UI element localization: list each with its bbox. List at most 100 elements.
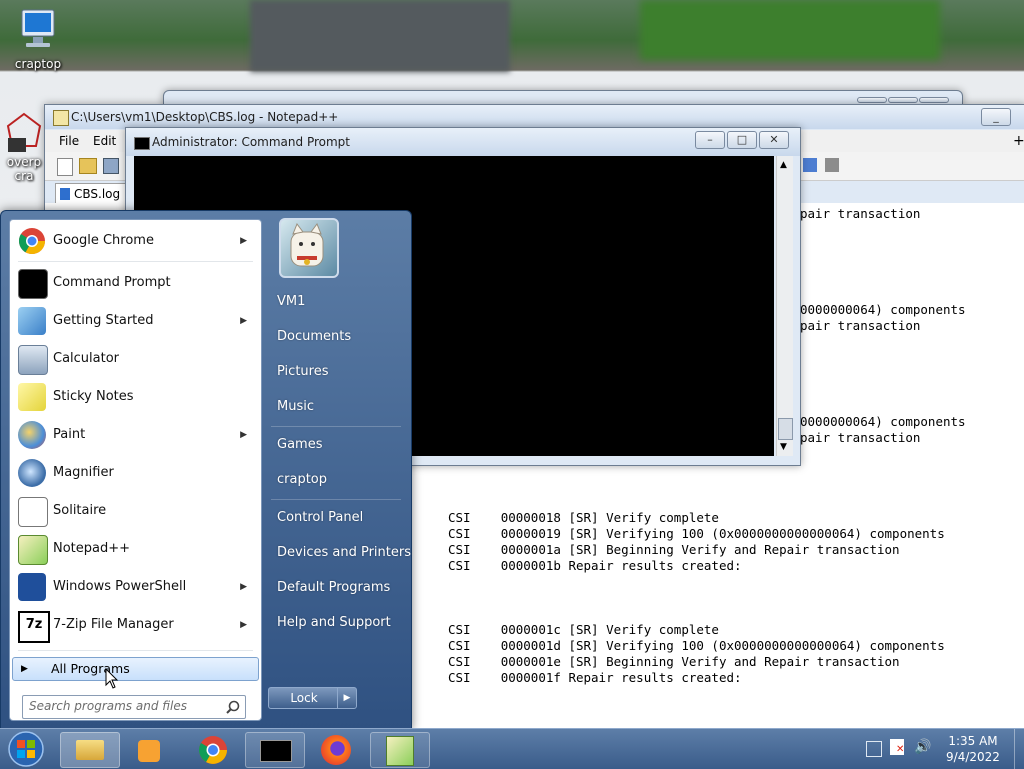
program-calculator[interactable]: Calculator — [14, 342, 257, 376]
divider — [18, 261, 253, 262]
log-line: CSI 0000001c [SR] Verify complete — [448, 622, 719, 637]
close-button[interactable] — [919, 97, 949, 103]
taskbar-command-prompt[interactable] — [245, 732, 305, 768]
user-avatar[interactable] — [279, 218, 339, 278]
program-label: Command Prompt — [53, 275, 171, 290]
show-desktop-button[interactable] — [1014, 729, 1024, 769]
cmd-icon — [134, 137, 150, 150]
program-getting-started[interactable]: Getting Started ▶ — [14, 304, 257, 338]
firefox-icon — [321, 735, 351, 765]
vertical-scrollbar[interactable]: ▲ ▼ — [776, 156, 793, 456]
program-solitaire[interactable]: Solitaire — [14, 494, 257, 528]
file-icon — [60, 188, 70, 200]
log-line-fragment: 0000000064) components — [800, 414, 966, 429]
start-item-music[interactable]: Music — [267, 392, 413, 422]
clock[interactable]: 1:35 AM 9/4/2022 — [940, 733, 1006, 765]
start-item-computer[interactable]: craptop — [267, 465, 413, 495]
macro-save-icon[interactable] — [825, 158, 839, 172]
taskbar-notepadpp[interactable] — [370, 732, 430, 768]
program-magnifier[interactable]: Magnifier — [14, 456, 257, 490]
minimize-button[interactable] — [857, 97, 887, 103]
start-item-user[interactable]: VM1 — [267, 287, 413, 317]
taskbar-firefox[interactable] — [307, 732, 367, 768]
start-item-default-programs[interactable]: Default Programs — [267, 573, 413, 603]
cmd-icon — [18, 269, 48, 299]
divider — [18, 650, 253, 651]
network-icon[interactable] — [866, 741, 882, 757]
program-7zip[interactable]: 7z 7-Zip File Manager ▶ — [14, 608, 257, 643]
taskbar-explorer[interactable] — [60, 732, 120, 768]
programs-pane: Google Chrome ▶ Command Prompt Getting S… — [9, 219, 262, 721]
search-icon[interactable] — [226, 700, 240, 714]
divider — [271, 426, 401, 427]
clock-time: 1:35 AM — [948, 734, 998, 748]
log-line-fragment: pair transaction — [800, 206, 921, 221]
clock-date: 9/4/2022 — [946, 750, 1000, 764]
lock-button[interactable]: Lock — [268, 687, 340, 709]
lock-label: Lock — [290, 691, 318, 705]
start-item-devices-and-printers[interactable]: Devices and Printers — [267, 538, 413, 568]
program-paint[interactable]: Paint ▶ — [14, 418, 257, 452]
start-item-games[interactable]: Games — [267, 430, 413, 460]
log-line-fragment: 0000000064) components — [800, 302, 966, 317]
solitaire-icon — [18, 497, 48, 527]
submenu-arrow-icon: ▶ — [240, 430, 247, 440]
all-programs-button[interactable]: ▶ All Programs — [12, 657, 259, 681]
submenu-arrow-icon: ▶ — [240, 236, 247, 246]
log-line: CSI 0000001a [SR] Beginning Verify and R… — [448, 542, 900, 557]
7zip-icon: 7z — [18, 611, 50, 643]
program-command-prompt[interactable]: Command Prompt — [14, 266, 257, 300]
maximize-button[interactable] — [888, 97, 918, 103]
save-icon[interactable] — [103, 158, 119, 174]
media-player-icon — [138, 740, 160, 762]
maximize-button[interactable]: □ — [727, 131, 757, 149]
search-box[interactable]: Search programs and files — [22, 695, 246, 719]
desktop-icon-overp[interactable]: overp cra — [4, 112, 44, 183]
scroll-up-icon[interactable]: ▲ — [780, 160, 787, 170]
log-line-fragment: pair transaction — [800, 318, 921, 333]
program-label: Magnifier — [53, 465, 114, 480]
program-sticky-notes[interactable]: Sticky Notes — [14, 380, 257, 414]
volume-icon[interactable]: 🔊 — [914, 739, 931, 755]
start-item-help-and-support[interactable]: Help and Support — [267, 608, 413, 638]
menu-edit[interactable]: Edit — [93, 134, 116, 148]
notepadpp-titlebar[interactable]: C:\Users\vm1\Desktop\CBS.log - Notepad++… — [45, 105, 1024, 129]
program-label: Calculator — [53, 351, 120, 366]
minimize-button[interactable]: _ — [981, 108, 1011, 126]
start-orb-icon[interactable] — [6, 730, 46, 768]
start-item-pictures[interactable]: Pictures — [267, 357, 413, 387]
taskbar-chrome[interactable] — [184, 732, 244, 768]
action-center-icon[interactable]: ✕ — [890, 739, 904, 755]
calculator-icon — [18, 345, 48, 375]
program-label: Notepad++ — [53, 541, 131, 556]
shutdown-options-arrow-icon[interactable]: ▶ — [337, 687, 357, 709]
scroll-down-icon[interactable]: ▼ — [780, 442, 787, 452]
taskbar: ✕ 🔊 1:35 AM 9/4/2022 — [0, 728, 1024, 769]
start-item-documents[interactable]: Documents — [267, 322, 413, 352]
sticky-notes-icon — [18, 383, 46, 411]
macro-play-icon[interactable] — [803, 158, 817, 172]
program-google-chrome[interactable]: Google Chrome ▶ — [14, 224, 257, 258]
minimize-button[interactable]: – — [695, 131, 725, 149]
new-file-icon[interactable] — [57, 158, 73, 176]
desktop-icon-label: overp — [6, 155, 42, 169]
start-item-control-panel[interactable]: Control Panel — [267, 503, 413, 533]
desktop-icon-craptop[interactable]: craptop — [6, 8, 70, 71]
program-notepadpp[interactable]: Notepad++ — [14, 532, 257, 566]
program-label: Windows PowerShell — [53, 579, 187, 594]
close-button[interactable]: ✕ — [759, 131, 789, 149]
search-input[interactable]: Search programs and files — [29, 699, 187, 713]
notepadpp-icon — [18, 535, 48, 565]
cmd-icon — [260, 740, 292, 762]
folder-icon — [76, 740, 104, 760]
desktop-icon-label: cra — [14, 169, 34, 183]
scroll-thumb[interactable] — [778, 418, 793, 440]
cmd-titlebar[interactable]: Administrator: Command Prompt – □ ✕ — [126, 128, 800, 156]
program-windows-powershell[interactable]: Windows PowerShell ▶ — [14, 570, 257, 604]
log-line: CSI 00000019 [SR] Verifying 100 (0x00000… — [448, 526, 945, 541]
open-folder-icon[interactable] — [79, 158, 97, 174]
log-line: CSI 0000001e [SR] Beginning Verify and R… — [448, 654, 900, 669]
taskbar-media-player[interactable] — [120, 732, 180, 768]
menu-file[interactable]: File — [59, 134, 79, 148]
plus-icon[interactable]: + — [1013, 133, 1024, 149]
